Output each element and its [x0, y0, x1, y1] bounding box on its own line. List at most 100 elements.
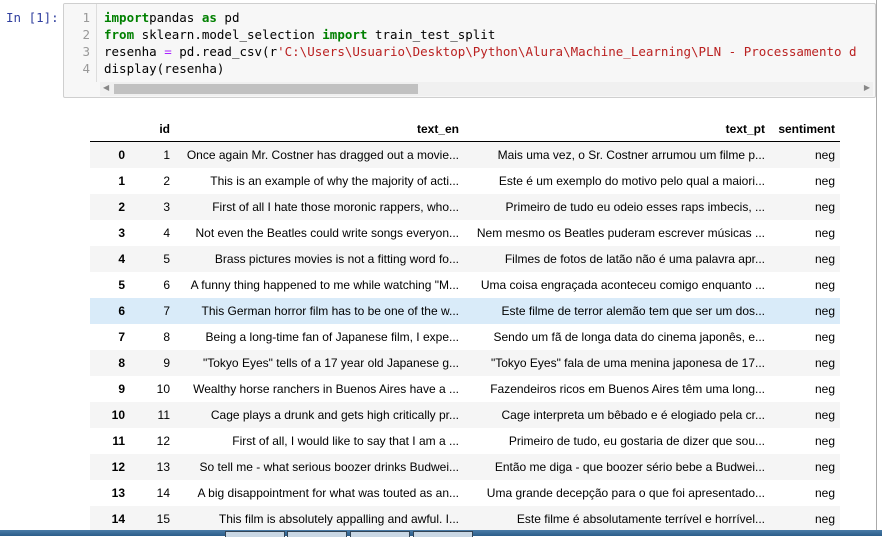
table-cell: neg [814, 226, 835, 240]
table-row: 5 6 A funny thing happened to me while wat… [90, 272, 840, 298]
row-index: 12 [111, 460, 125, 474]
table-row: 12 13 So tell me - what serious boozer dri… [90, 454, 840, 480]
line-number: 4 [82, 61, 90, 76]
code-line: importpandas as pd [104, 10, 239, 25]
table-cell: neg [814, 252, 835, 266]
scrollbar-thumb[interactable] [114, 84, 418, 94]
table-cell: neg [814, 486, 835, 500]
input-prompt: In [1]: [6, 10, 59, 25]
row-index: 6 [118, 304, 125, 318]
table-cell: 14 [156, 486, 170, 500]
table-cell: neg [814, 382, 835, 396]
code-token: resenha [104, 44, 165, 59]
row-index: 13 [111, 486, 125, 500]
table-cell: 15 [156, 512, 170, 526]
table-cell: Uma grande decepção para o que foi apres… [486, 486, 765, 500]
table-cell: neg [814, 278, 835, 292]
row-index: 1 [118, 174, 125, 188]
row-index: 14 [111, 512, 125, 526]
table-cell: A big disappointment for what was touted… [197, 486, 460, 500]
line-number: 1 [82, 10, 90, 25]
table-cell: "Tokyo Eyes" fala de uma menina japonesa… [490, 356, 765, 370]
dataframe-table: id text_en text_pt sentiment 0 1 Once again M… [90, 117, 840, 532]
table-cell: 10 [156, 382, 170, 396]
code-token: import [104, 10, 150, 25]
table-cell: First of all I hate those moronic rapper… [212, 200, 459, 214]
column-header: id [130, 117, 175, 142]
scroll-left-icon[interactable]: ◀ [103, 83, 109, 92]
row-index: 2 [118, 200, 125, 214]
table-cell: Once again Mr. Costner has dragged out a… [186, 148, 459, 162]
table-cell: This German horror film has to be one of… [201, 304, 459, 318]
taskbar-button[interactable] [413, 531, 473, 537]
table-cell: neg [814, 460, 835, 474]
table-cell: 9 [163, 356, 170, 370]
horizontal-scrollbar[interactable]: ◀ ▶ [100, 82, 873, 96]
table-cell: Este é um exemplo do motivo pelo qual a … [498, 174, 765, 188]
table-cell: 4 [163, 226, 170, 240]
table-row: 8 9 "Tokyo Eyes" tells of a 17 year old Ja… [90, 350, 840, 376]
table-cell: 2 [163, 174, 170, 188]
code-cell[interactable]: 1234 importpandas as pd from sklearn.mode… [63, 3, 876, 98]
table-cell: Filmes de fotos de latão não é uma palav… [504, 252, 765, 266]
table-cell: neg [814, 174, 835, 188]
table-cell: Então me diga - que boozer sério bebe a … [494, 460, 765, 474]
row-index: 7 [118, 330, 125, 344]
row-index: 9 [118, 382, 125, 396]
table-cell: Mais uma vez, o Sr. Costner arrumou um f… [497, 148, 765, 162]
table-cell: 7 [163, 304, 170, 318]
table-cell: Cage plays a drunk and gets high critica… [210, 408, 459, 422]
line-number: 2 [82, 27, 90, 42]
table-cell: Primeiro de tudo, eu gostaria de dizer q… [508, 434, 765, 448]
table-cell: Brass pictures movies is not a fitting w… [214, 252, 459, 266]
row-index: 10 [111, 408, 125, 422]
column-header: text_pt [464, 117, 770, 142]
code-token: display(resenha) [104, 61, 225, 76]
notebook-border [876, 0, 877, 530]
table-cell: 5 [163, 252, 170, 266]
table-cell: A funny thing happened to me while watch… [190, 278, 459, 292]
taskbar-button[interactable] [350, 531, 410, 537]
table-row: 13 14 A big disappointment for what was to… [90, 480, 840, 506]
table-cell: Not even the Beatles could write songs e… [195, 226, 459, 240]
code-token: pd.read_csv(r [171, 44, 278, 59]
taskbar-button[interactable] [225, 531, 285, 537]
table-cell: neg [814, 330, 835, 344]
table-cell: 11 [157, 408, 170, 422]
taskbar-button[interactable] [287, 531, 347, 537]
column-header: sentiment [770, 117, 840, 142]
line-number-gutter: 1 2 3 4 [64, 4, 97, 82]
table-row: 7 8 Being a long-time fan of Japanese film… [90, 324, 840, 350]
table-cell: Cage interpreta um bêbado e é elogiado p… [501, 408, 765, 422]
table-cell: Wealthy horse ranchers in Buenos Aires h… [193, 382, 459, 396]
table-cell: 13 [156, 460, 170, 474]
table-cell: "Tokyo Eyes" tells of a 17 year old Japa… [203, 356, 459, 370]
table-row: 10 11 Cage plays a drunk and gets high cri… [90, 402, 840, 428]
row-index: 0 [118, 148, 125, 162]
table-row: 3 4 Not even the Beatles could write songs… [90, 220, 840, 246]
table-cell: 3 [163, 200, 170, 214]
code-token: import [322, 27, 368, 42]
table-row: 0 1 Once again Mr. Costner has dragged out… [90, 141, 840, 168]
table-cell: Primeiro de tudo eu odeio esses raps imb… [505, 200, 765, 214]
code-token: 'C:\Users\Usuario\Desktop\Python\Alura\M… [277, 44, 857, 59]
table-cell: 1 [163, 148, 170, 162]
row-index: 5 [118, 278, 125, 292]
table-row: 4 5 Brass pictures movies is not a fitting… [90, 246, 840, 272]
table-cell: 6 [163, 278, 170, 292]
table-cell: First of all, I would like to say that I… [232, 434, 459, 448]
code-line: resenha = pd.read_csv(r'C:\Users\Usuario… [104, 44, 857, 59]
table-cell: Sendo um fã de longa data do cinema japo… [493, 330, 765, 344]
table-row: 14 15 This film is absolutely appalling an… [90, 506, 840, 532]
table-cell: neg [814, 512, 835, 526]
table-cell: neg [814, 200, 835, 214]
row-index: 3 [118, 226, 125, 240]
row-index: 8 [118, 356, 125, 370]
scroll-right-icon[interactable]: ▶ [864, 83, 870, 92]
table-cell: neg [814, 148, 835, 162]
table-cell: neg [814, 434, 835, 448]
table-cell: So tell me - what serious boozer drinks … [199, 460, 459, 474]
table-row: 1 2 This is an example of why the majority… [90, 168, 840, 194]
code-line: from sklearn.model_selection import trai… [104, 27, 495, 42]
table-cell: neg [814, 304, 835, 318]
